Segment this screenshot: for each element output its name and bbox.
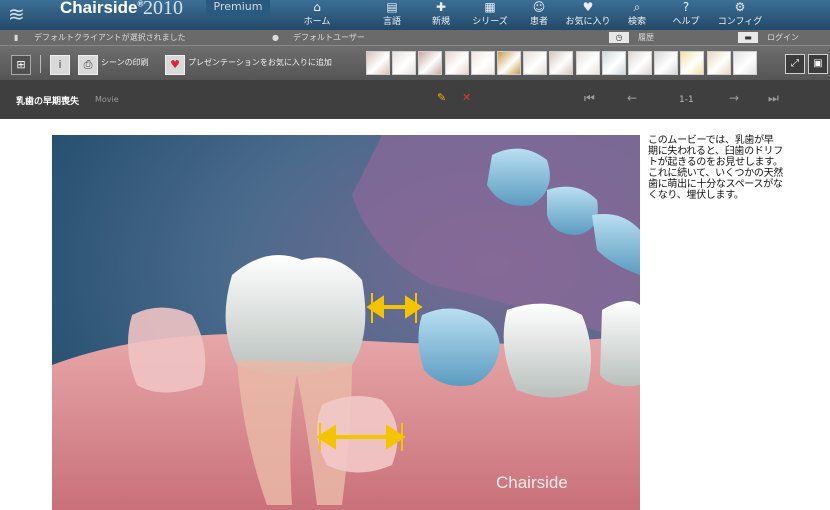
user-icon: ● [272, 33, 279, 42]
print-icon[interactable]: ⎙ [78, 55, 98, 75]
scene-thumbnail[interactable] [470, 51, 495, 75]
first-page-icon[interactable]: ⏮ [584, 91, 595, 106]
nav-search-button[interactable]: ⌕ 検索 [612, 0, 662, 30]
heart-icon[interactable]: ♥ [165, 55, 185, 75]
series-icon: ▦ [484, 0, 496, 14]
config-icon: ⚙ [734, 0, 746, 14]
scene-thumbnail[interactable] [680, 51, 705, 75]
history-icon[interactable]: ◷ [609, 32, 629, 43]
language-icon: ▤ [386, 0, 398, 14]
delete-x-icon[interactable]: ✕ [462, 91, 471, 104]
info-icon[interactable]: i [50, 55, 70, 75]
movie-player[interactable] [52, 135, 640, 510]
patient-icon: ☺ [532, 0, 546, 14]
scene-thumbnail[interactable] [366, 51, 390, 75]
scene-thumbnail[interactable] [392, 51, 417, 75]
top-nav-bar: ≋ Chairside® 2010 Premium ⌂ ホーム ▤ 言語 ✚ 新… [0, 0, 830, 30]
scene-thumbnail[interactable] [575, 51, 600, 75]
nav-new-button[interactable]: ✚ 新規 [416, 0, 466, 30]
presentation-icon[interactable]: ▣ [808, 54, 828, 74]
help-icon: ? [682, 0, 690, 14]
scene-thumbnail[interactable] [497, 51, 521, 75]
chairside-watermark: Chairside [496, 473, 568, 492]
nav-help-button[interactable]: ? ヘルプ [661, 0, 711, 30]
content-title: 乳歯の早期喪失 [16, 97, 80, 107]
favorites-icon: ♥ [582, 0, 594, 14]
nav-patient-button[interactable]: ☺ 患者 [514, 0, 564, 30]
chairside-logo: ≋ Chairside® 2010 [0, 0, 205, 30]
fullscreen-grid-icon[interactable]: ⊞ [11, 55, 31, 75]
nav-favorites-button[interactable]: ♥ お気に入り [563, 0, 613, 30]
search-icon: ⌕ [633, 0, 641, 14]
home-icon: ⌂ [313, 0, 321, 14]
login-icon[interactable]: ▬ [738, 32, 758, 43]
nav-language-button[interactable]: ▤ 言語 [367, 0, 417, 30]
next-page-icon[interactable]: → [729, 91, 739, 105]
login-link[interactable]: ログイン [767, 30, 799, 45]
nav-config-button[interactable]: ⚙ コンフィグ [715, 0, 765, 30]
nav-home-button[interactable]: ⌂ ホーム [292, 0, 342, 30]
toolbar-divider [40, 55, 41, 73]
brand-name: Chairside® [60, 0, 144, 17]
add-favorite-button[interactable]: プレゼンテーションをお気に入りに追加 [188, 57, 332, 69]
last-page-icon[interactable]: ⏭ [768, 91, 779, 106]
scene-thumbnail[interactable] [444, 51, 469, 75]
scene-thumbnail[interactable] [706, 51, 731, 75]
edition-badge: Premium [206, 0, 270, 18]
content-title-bar: 乳歯の早期喪失 Movie ✎ ✕ ⏮ ← 1-1 → ⏭ [0, 80, 830, 119]
scene-thumbnail[interactable] [628, 51, 652, 75]
print-scene-button[interactable]: シーンの印刷 [101, 57, 149, 69]
prev-page-icon[interactable]: ← [627, 91, 637, 105]
scene-thumbnail[interactable] [549, 51, 574, 75]
content-type: Movie [95, 95, 119, 104]
scene-thumbnail[interactable] [654, 51, 679, 75]
page-indicator: 1-1 [679, 95, 694, 105]
nav-series-button[interactable]: ▦ シリーズ [465, 0, 515, 30]
scene-thumbnail[interactable] [732, 51, 757, 75]
brand-year: 2010 [143, 0, 183, 19]
scene-thumbnail[interactable] [523, 51, 548, 75]
teeth-illustration [52, 135, 640, 510]
logo-swoosh-icon: ≋ [8, 2, 25, 26]
movie-description: このムービーでは、乳歯が早期に失われると、臼歯のドリフトが起きるのをお見せします… [648, 135, 783, 201]
status-bar: ▮ デフォルトクライアントが選択されました ● デフォルトユーザー ◷ 履歴 ▬… [0, 30, 830, 45]
client-icon: ▮ [14, 33, 19, 42]
new-icon: ✚ [435, 0, 447, 14]
scene-thumbnail[interactable] [418, 51, 443, 75]
expand-icon[interactable]: ⤢ [785, 54, 805, 74]
client-status: デフォルトクライアントが選択されました [34, 33, 186, 42]
scene-toolbar: ⊞ i ⎙ シーンの印刷 ♥ プレゼンテーションをお気に入りに追加 ⤢ ▣ [0, 45, 830, 81]
history-link[interactable]: 履歴 [638, 30, 654, 45]
current-user[interactable]: デフォルトユーザー [293, 30, 365, 45]
edit-pencil-icon[interactable]: ✎ [437, 91, 446, 104]
scene-thumbnail[interactable] [601, 51, 626, 75]
